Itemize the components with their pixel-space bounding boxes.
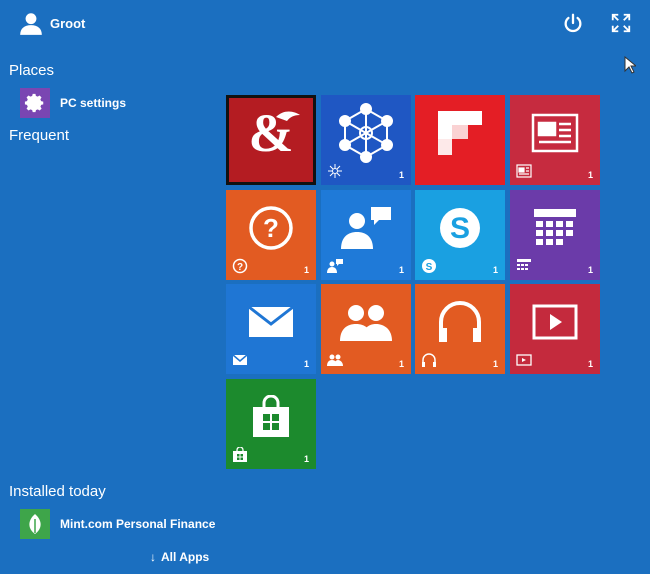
tile-badge: 1: [398, 170, 404, 180]
expand-button[interactable]: [610, 12, 632, 39]
all-apps-label: All Apps: [161, 550, 210, 564]
mint-app-tile: [20, 509, 50, 539]
music-small-icon: [422, 353, 436, 367]
tile-people-chat[interactable]: 1: [321, 190, 411, 280]
store-small-icon: [233, 447, 247, 462]
newspaper-icon: [531, 113, 579, 153]
pc-settings-tile: [20, 88, 50, 118]
network-small-icon: [328, 164, 342, 178]
svg-text:S: S: [426, 262, 433, 273]
places-item-pc-settings[interactable]: PC settings: [20, 88, 126, 118]
all-apps-button[interactable]: ↓ All Apps: [150, 550, 209, 564]
svg-text:?: ?: [237, 262, 243, 273]
store-bag-icon: [253, 394, 289, 437]
tile-badge: 1: [587, 359, 593, 369]
tile-news[interactable]: 1: [510, 95, 600, 185]
video-play-icon: [532, 304, 578, 340]
news-small-icon: [516, 164, 532, 178]
svg-text:?: ?: [263, 213, 279, 243]
tile-store[interactable]: 1: [226, 379, 316, 469]
calendar-icon: [534, 208, 576, 245]
arrow-down-icon: ↓: [150, 550, 156, 564]
tile-video[interactable]: 1: [510, 284, 600, 374]
tile-flipboard[interactable]: [415, 95, 505, 185]
frequent-heading: Frequent: [9, 127, 70, 144]
places-heading: Places: [9, 62, 55, 79]
svg-text:S: S: [450, 212, 470, 245]
tile-badge: 1: [587, 170, 593, 180]
headphones-icon: [439, 300, 481, 342]
installed-heading: Installed today: [9, 483, 106, 500]
places-item-label: PC settings: [60, 96, 127, 110]
power-button[interactable]: [562, 12, 584, 39]
tile-badge: 1: [303, 454, 309, 464]
tile-dungeons-dragons[interactable]: &: [226, 95, 316, 185]
gear-icon: [24, 93, 44, 113]
leaf-icon: [29, 514, 41, 534]
tile-skype[interactable]: S S 1: [415, 190, 505, 280]
calendar-small-icon: [517, 259, 531, 270]
tile-music[interactable]: 1: [415, 284, 505, 374]
help-small-icon: ?: [232, 258, 248, 274]
help-question-icon: ?: [249, 206, 293, 250]
flipboard-icon: [438, 110, 482, 155]
tile-badge: 1: [492, 359, 498, 369]
mouse-cursor-icon: [624, 56, 636, 74]
expand-icon: [611, 13, 631, 33]
tile-calendar[interactable]: 1: [510, 190, 600, 280]
network-nodes-icon: [339, 102, 393, 163]
user-account[interactable]: Groot: [18, 10, 85, 36]
tile-people[interactable]: 1: [321, 284, 411, 374]
mail-small-icon: [232, 354, 248, 365]
people-small-icon: [327, 354, 343, 366]
tile-grid: & 1 1 ? ? 1 1 S S 1 1 1 1 1 1 1: [226, 95, 602, 471]
tile-network[interactable]: 1: [321, 95, 411, 185]
tile-help[interactable]: ? ? 1: [226, 190, 316, 280]
skype-small-icon: S: [422, 259, 436, 273]
tile-mail[interactable]: 1: [226, 284, 316, 374]
video-small-icon: [516, 354, 532, 366]
tile-badge: 1: [303, 359, 309, 369]
people-chat-small-icon: [327, 259, 343, 273]
tile-badge: 1: [303, 265, 309, 275]
installed-item-mint[interactable]: Mint.com Personal Finance: [20, 509, 215, 539]
skype-icon: S: [440, 207, 480, 248]
tile-badge: 1: [398, 359, 404, 369]
installed-item-label: Mint.com Personal Finance: [60, 517, 216, 531]
tile-badge: 1: [587, 265, 593, 275]
user-icon: [20, 13, 42, 35]
top-actions: [562, 12, 632, 39]
tile-badge: 1: [398, 265, 404, 275]
tile-badge: 1: [492, 265, 498, 275]
people-icon: [340, 304, 392, 341]
user-name: Groot: [50, 15, 86, 31]
people-chat-icon: [341, 206, 391, 249]
mail-icon: [248, 305, 294, 337]
power-icon: [564, 13, 582, 33]
ampersand-dragon-icon: &: [249, 103, 300, 163]
